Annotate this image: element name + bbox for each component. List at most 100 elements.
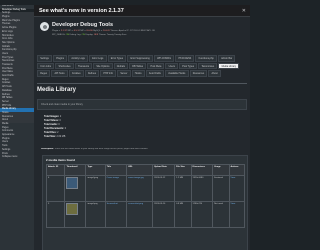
ip-info: IP: 172.18.0.3 [126, 30, 141, 32]
table-header-row: Attach. ID Thumbnail Type Title URL Upload Da… [45, 164, 245, 176]
table-header: Thumbnail [64, 164, 87, 176]
plugin-version-label: Plugin v. [52, 30, 61, 32]
tab[interactable]: Admin Bar [217, 55, 236, 62]
stat-value: 0 [64, 127, 67, 130]
tab-bar: Settings Plugins Activity Logs Error Logs Er… [37, 55, 247, 77]
cell-actions: View [228, 201, 245, 228]
tab[interactable]: Settings [37, 55, 53, 62]
cell-actions: View [228, 175, 245, 202]
stat-value: 2.09 MB [56, 135, 66, 138]
stat-value: 0 [58, 123, 60, 126]
tab[interactable]: Functions.php [195, 55, 217, 62]
cell-date: 2024-05-12 [152, 175, 176, 202]
mysql-version-label: MySQL v. [93, 30, 103, 32]
url-value[interactable]: screenshot.png [128, 203, 143, 205]
tab[interactable]: Regex [37, 70, 51, 77]
tab[interactable]: DB Tables [129, 62, 147, 69]
tab[interactable]: Cron Jobs [37, 62, 55, 69]
sidebar-item[interactable]: Collapse menu [0, 156, 34, 160]
stat-label: Total Images: [44, 115, 60, 118]
tab[interactable]: Media Library [218, 62, 240, 69]
tab[interactable]: Users [165, 62, 179, 69]
cell-title: Screenshot [104, 201, 128, 228]
date-value: 2024-05-12 [154, 176, 166, 179]
table-header: Type [85, 164, 106, 176]
thumbnail-image[interactable] [66, 202, 79, 215]
wp-debug-label: WP_DEBUG: [52, 33, 66, 36]
usage-value: Featured [214, 176, 223, 179]
bug-icon [40, 22, 49, 31]
tab[interactable]: Hooks [131, 70, 145, 77]
tab[interactable]: Error Suppressing [127, 55, 153, 62]
cell-id: 5 [45, 201, 66, 228]
theme-info: Theme: Twenty Twenty-Four [98, 33, 127, 36]
type-value: image/png [87, 202, 98, 205]
cell-usage: Not used [212, 201, 230, 228]
tab[interactable]: PHP Info [100, 70, 117, 77]
cell-id: 6 [45, 175, 66, 202]
cell-title: Cover image [104, 175, 128, 202]
tab[interactable]: API Tests [51, 70, 68, 77]
title-value[interactable]: Cover image [107, 177, 119, 179]
plugin-header: Developer Debug Tools Plugin v. 2.1.37 W… [37, 19, 247, 52]
tab[interactable]: Shortcodes [55, 62, 74, 69]
description-text: These are the media items in your librar… [54, 148, 148, 150]
actions-value[interactable]: View [231, 203, 236, 205]
tab[interactable]: Post Meta [147, 62, 165, 69]
title-value[interactable]: Screenshot [107, 203, 118, 205]
actions-value[interactable]: View [231, 177, 236, 179]
stat-label: Total Documents: [44, 127, 65, 130]
tab[interactable]: WP-CONFIG [153, 55, 175, 62]
tab[interactable]: Defines [84, 70, 100, 77]
info-box: Check and clean media in your library [37, 99, 247, 110]
table-title: 2 media items found [46, 157, 76, 162]
table-header: URL [126, 164, 154, 176]
wp-debug-value: ON [65, 33, 70, 36]
thumbnail-cell [64, 175, 87, 202]
tab[interactable]: Error Logs [89, 55, 107, 62]
tab[interactable]: Server [117, 70, 131, 77]
id-value: 5 [48, 202, 50, 205]
cell-url: screenshot.png [126, 201, 154, 228]
table-header: Title [104, 164, 128, 176]
page-title: Developer Debug Tools [52, 22, 114, 28]
tab[interactable]: Globals [113, 62, 129, 69]
tab[interactable]: Resources [189, 70, 208, 77]
stat-row: Total Size: 2.09 MB [44, 135, 194, 139]
server-info: Server: Apache [111, 30, 127, 32]
tab[interactable]: Available Hooks [165, 70, 189, 77]
stat-value: 2 [57, 131, 59, 134]
url-value[interactable]: cover-image.jpg [128, 177, 144, 179]
tab[interactable]: About [208, 70, 221, 77]
tab[interactable]: Transients [74, 62, 93, 69]
tab[interactable]: Activity Logs [68, 55, 89, 62]
dims-value: 1280x720 [192, 202, 203, 205]
tab[interactable]: Post Types [179, 62, 198, 69]
size-value: 1.2 MB [176, 176, 184, 179]
cell-dims: 1280x720 [190, 201, 214, 228]
mysql-version: 10.6.17 [103, 30, 111, 32]
display-label: Display: [85, 33, 94, 36]
table-row: 5 image/png Screenshot screenshot.png 2024-0… [45, 201, 245, 228]
date-value: 2024-05-10 [154, 202, 166, 205]
banner-text: See what's new in version 2.1.37 [39, 8, 124, 14]
cell-dims: 1920x1080 [190, 175, 214, 202]
dims-value: 1920x1080 [192, 176, 204, 179]
tab[interactable]: Taxonomies [198, 62, 218, 69]
close-icon[interactable]: ✕ [242, 8, 246, 14]
tab[interactable]: Cookies [68, 70, 84, 77]
media-table: Attach. ID Thumbnail Type Title URL Upload Da… [45, 164, 245, 228]
cell-type: image/jpeg [85, 175, 106, 202]
tab[interactable]: Site Options [93, 62, 113, 69]
table-header: Usage [212, 164, 230, 176]
tab[interactable]: HTACCESS [175, 55, 195, 62]
cell-date: 2024-05-10 [152, 201, 176, 228]
table-header: Upload Date [152, 164, 176, 176]
tab[interactable]: Plugins [53, 55, 68, 62]
stat-label: Total Videos: [44, 119, 59, 122]
tab[interactable]: Auto Drafts [145, 70, 165, 77]
whats-new-banner: See what's new in version 2.1.37 ✕ [34, 5, 250, 17]
cell-size: 0.9 MB [174, 201, 192, 228]
thumbnail-image[interactable] [66, 176, 79, 189]
tab[interactable]: Error Types [107, 55, 127, 62]
